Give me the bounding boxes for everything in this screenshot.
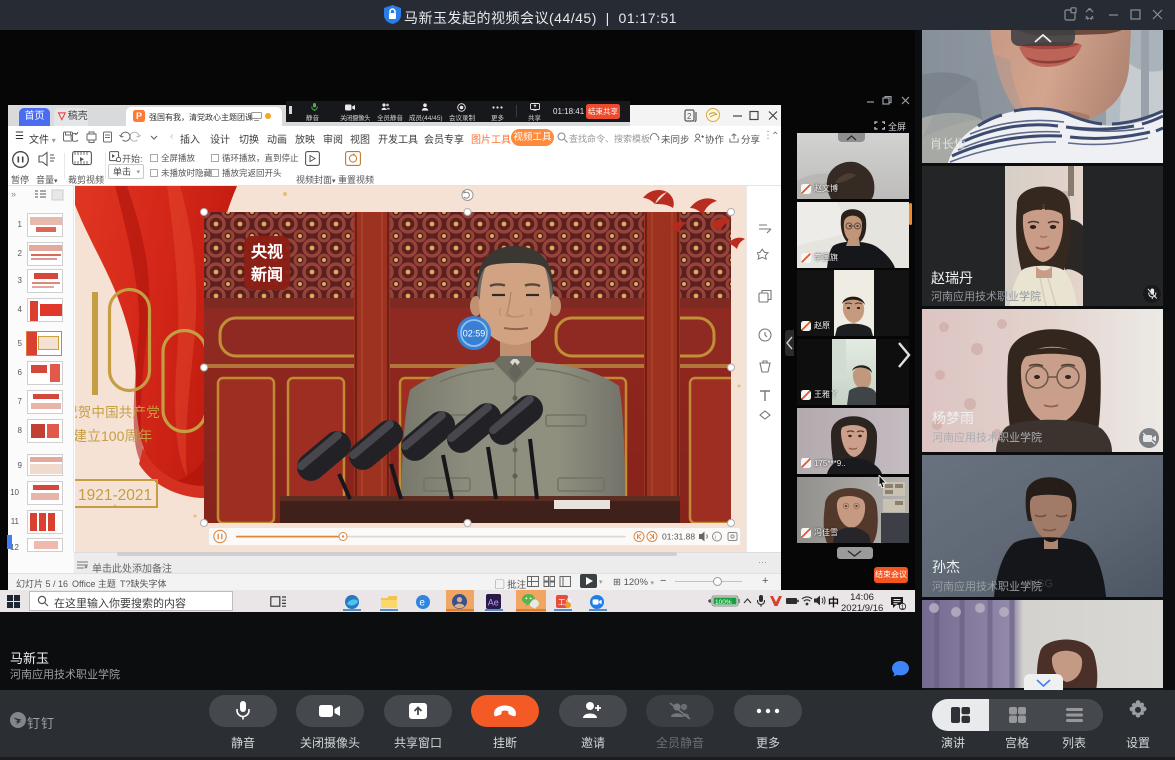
svg-text:杨梦雨: 杨梦雨 (932, 410, 974, 426)
svg-text:河南应用技术职业学院: 河南应用技术职业学院 (932, 430, 1042, 444)
svg-text:肖长恒: 肖长恒 (930, 137, 966, 151)
svg-text:e: e (419, 597, 425, 608)
svg-text:河南应用技术职业学院: 河南应用技术职业学院 (932, 579, 1042, 593)
svg-text:孙杰: 孙杰 (932, 559, 960, 575)
svg-text:河南应用技术职业学院: 河南应用技术职业学院 (931, 289, 1041, 303)
svg-text:01:31.88: 01:31.88 (662, 532, 695, 542)
svg-text:建立100周年: 建立100周年 (75, 428, 152, 444)
svg-text:1921-2021: 1921-2021 (78, 487, 152, 504)
svg-text:1: 1 (901, 604, 905, 610)
svg-text:2: 2 (687, 112, 692, 121)
svg-text:i: i (715, 535, 716, 541)
svg-text:祝贺中国共产党: 祝贺中国共产党 (75, 405, 160, 420)
svg-text:赵瑞丹: 赵瑞丹 (931, 270, 973, 286)
svg-text:Ae: Ae (488, 597, 499, 607)
svg-text:100%: 100% (715, 599, 732, 606)
